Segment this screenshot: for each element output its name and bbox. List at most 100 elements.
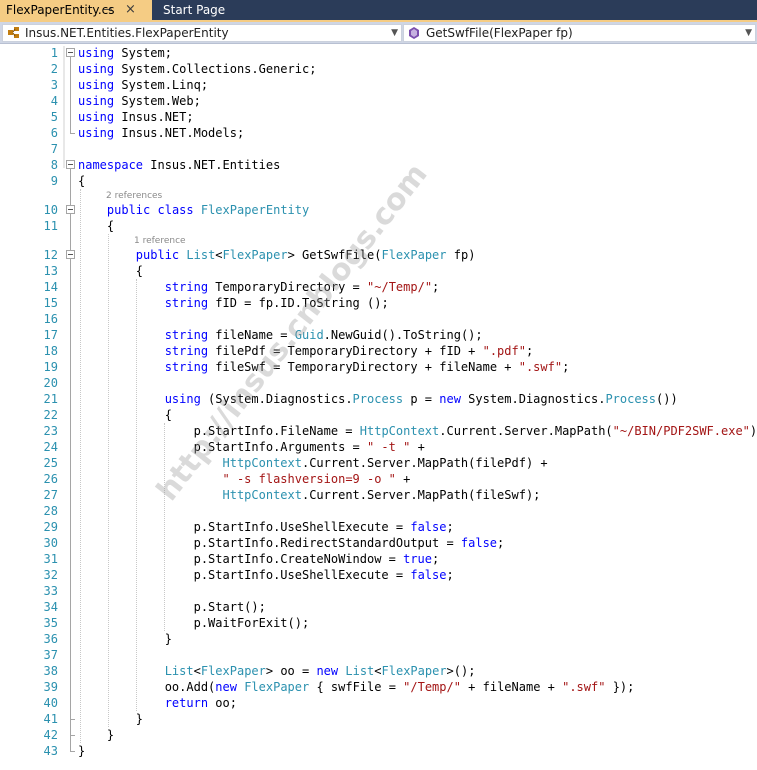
- code-line[interactable]: {: [78, 263, 143, 279]
- codelens-references[interactable]: 1 reference: [134, 235, 186, 247]
- code-line[interactable]: namespace Insus.NET.Entities: [78, 157, 280, 173]
- fold-toggle-namespace[interactable]: [66, 160, 75, 169]
- line-number: 35: [43, 616, 58, 630]
- code-token: fID = fp.ID.ToString ();: [208, 296, 389, 310]
- code-token: List: [186, 248, 216, 262]
- line-number: 33: [43, 584, 58, 598]
- code-line[interactable]: }: [78, 743, 85, 759]
- code-line[interactable]: public List<FlexPaper> GetSwfFile(FlexPa…: [78, 247, 476, 263]
- code-line[interactable]: public class FlexPaperEntity: [78, 202, 309, 218]
- chevron-down-icon: ▼: [745, 28, 752, 38]
- code-line[interactable]: {: [78, 407, 172, 423]
- code-line[interactable]: oo.Add(new FlexPaper { swfFile = "/Temp/…: [78, 679, 635, 695]
- code-token: +: [395, 472, 411, 486]
- code-token: string: [164, 360, 209, 374]
- code-line[interactable]: using System.Linq;: [78, 77, 208, 93]
- code-token: System.Web;: [114, 94, 201, 108]
- line-number: 1: [50, 46, 58, 60]
- code-token: .Current.Server.MapPath(: [439, 424, 613, 438]
- line-number: 27: [43, 488, 58, 502]
- line-number: 12: [43, 248, 58, 262]
- code-token: >();: [446, 664, 476, 678]
- tab-flexpaperentity[interactable]: FlexPaperEntity.cs ⊸ ×: [0, 0, 152, 20]
- code-token: ;: [446, 520, 454, 534]
- member-dropdown[interactable]: GetSwfFile(FlexPaper fp) ▼: [403, 24, 756, 42]
- code-line[interactable]: p.StartInfo.UseShellExecute = false;: [78, 519, 454, 535]
- code-line[interactable]: HttpContext.Current.Server.MapPath(fileP…: [78, 455, 548, 471]
- member-label: GetSwfFile(FlexPaper fp): [426, 26, 573, 40]
- class-scope-dropdown[interactable]: Insus.NET.Entities.FlexPaperEntity ▼: [2, 24, 402, 42]
- code-line[interactable]: string fileName = Guid.NewGuid().ToStrin…: [78, 327, 483, 343]
- code-line[interactable]: using Insus.NET.Models;: [78, 125, 244, 141]
- code-token: using: [164, 392, 201, 406]
- indent-guide: [136, 279, 137, 711]
- code-line[interactable]: p.StartInfo.CreateNoWindow = true;: [78, 551, 440, 567]
- code-token: string: [164, 280, 209, 294]
- code-token: fileSwf = TemporaryDirectory + fileName …: [208, 360, 519, 374]
- line-number: 23: [43, 424, 58, 438]
- fold-toggle-usings[interactable]: [66, 48, 75, 57]
- code-token: }: [78, 712, 144, 726]
- tab-start-page[interactable]: Start Page: [157, 0, 297, 20]
- line-number: 22: [43, 408, 58, 422]
- code-token: Process: [352, 392, 404, 406]
- code-line[interactable]: }: [78, 727, 114, 743]
- code-token: .Current.Server.MapPath(filePdf) +: [301, 456, 548, 470]
- code-line[interactable]: using System.Web;: [78, 93, 201, 109]
- code-line[interactable]: p.StartInfo.RedirectStandardOutput = fal…: [78, 535, 505, 551]
- line-number: 39: [43, 680, 58, 694]
- fold-guide-end: [70, 751, 75, 752]
- line-number: 2: [50, 62, 58, 76]
- code-line[interactable]: }: [78, 631, 172, 647]
- code-line[interactable]: HttpContext.Current.Server.MapPath(fileS…: [78, 487, 541, 503]
- close-icon[interactable]: ×: [125, 0, 136, 20]
- code-line[interactable]: using System;: [78, 45, 172, 61]
- code-line[interactable]: using System.Collections.Generic;: [78, 61, 316, 77]
- class-icon: [7, 25, 21, 41]
- code-token: FlexPaper: [222, 248, 288, 262]
- line-number: 36: [43, 632, 58, 646]
- code-line[interactable]: return oo;: [78, 695, 237, 711]
- code-line[interactable]: p.StartInfo.Arguments = " -t " +: [78, 439, 425, 455]
- code-line[interactable]: string fID = fp.ID.ToString ();: [78, 295, 389, 311]
- code-line[interactable]: string filePdf = TemporaryDirectory + fI…: [78, 343, 534, 359]
- change-indicator-bar: [63, 46, 65, 168]
- indent-guide: [80, 189, 81, 743]
- line-number: 34: [43, 600, 58, 614]
- code-token: ()): [656, 392, 678, 406]
- pin-icon[interactable]: ⊸: [103, 0, 112, 20]
- code-token: using: [78, 126, 115, 140]
- navigation-bar: Insus.NET.Entities.FlexPaperEntity ▼ Get…: [0, 22, 757, 44]
- fold-guide-line: [70, 259, 71, 719]
- code-line[interactable]: }: [78, 711, 143, 727]
- line-number: 9: [50, 174, 58, 188]
- code-token: class: [157, 203, 194, 217]
- code-line[interactable]: {: [78, 218, 114, 234]
- indent-guide: [164, 423, 165, 631]
- code-editor[interactable]: 1 using System; 2 using System.Collections.…: [0, 44, 757, 770]
- code-line[interactable]: using Insus.NET;: [78, 109, 194, 125]
- code-line[interactable]: string fileSwf = TemporaryDirectory + fi…: [78, 359, 570, 375]
- line-number: 32: [43, 568, 58, 582]
- code-line[interactable]: using (System.Diagnostics.Process p = ne…: [78, 391, 678, 407]
- codelens-references[interactable]: 2 references: [106, 190, 162, 202]
- code-line[interactable]: p.Start();: [78, 599, 266, 615]
- fold-toggle-class[interactable]: [66, 205, 75, 214]
- code-line[interactable]: List<FlexPaper> oo = new List<FlexPaper>…: [78, 663, 476, 679]
- code-line[interactable]: string TemporaryDirectory = "~/Temp/";: [78, 279, 440, 295]
- code-line[interactable]: " -s flashversion=9 -o " +: [78, 471, 411, 487]
- code-token: Insus.NET.Models;: [114, 126, 245, 140]
- line-number: 42: [43, 728, 58, 742]
- code-line[interactable]: p.WaitForExit();: [78, 615, 310, 631]
- code-token: p.Start();: [78, 600, 266, 614]
- fold-toggle-method[interactable]: [66, 250, 75, 259]
- code-line[interactable]: p.StartInfo.UseShellExecute = false;: [78, 567, 454, 583]
- line-number: 7: [50, 142, 58, 156]
- code-token: .Current.Server.MapPath(fileSwf);: [301, 488, 541, 502]
- code-line[interactable]: {: [78, 173, 85, 189]
- fold-guide-end: [70, 735, 75, 736]
- code-line[interactable]: p.StartInfo.FileName = HttpContext.Curre…: [78, 423, 757, 439]
